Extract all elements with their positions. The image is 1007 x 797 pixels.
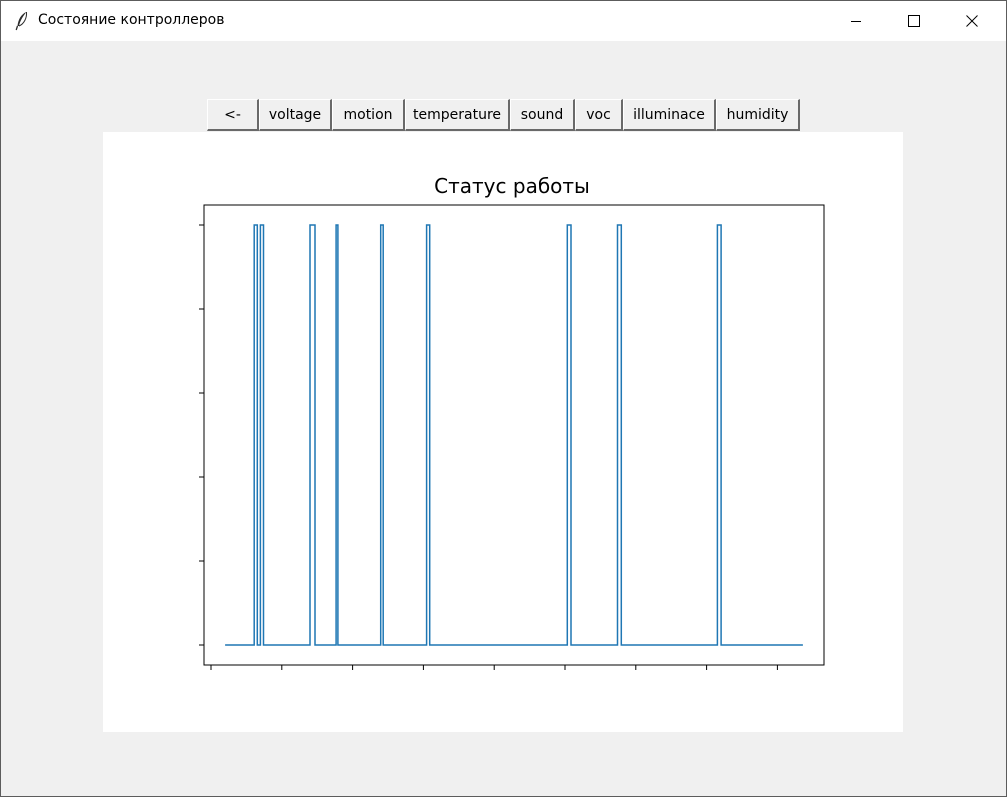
- tab-voc[interactable]: voc: [575, 99, 623, 131]
- series-line: [225, 224, 803, 646]
- sensor-toolbar: <- voltage motion temperature sound voc …: [207, 99, 800, 131]
- back-button[interactable]: <-: [207, 99, 259, 131]
- close-icon: [966, 15, 978, 27]
- tab-motion[interactable]: motion: [332, 99, 405, 131]
- tab-illuminace[interactable]: illuminace: [623, 99, 716, 131]
- tab-temperature[interactable]: temperature: [405, 99, 510, 131]
- x-axis: [210, 665, 778, 670]
- close-button[interactable]: [943, 1, 1001, 41]
- tab-voltage[interactable]: voltage: [259, 99, 332, 131]
- title-bar[interactable]: Состояние контроллеров: [1, 1, 1006, 41]
- tab-sound[interactable]: sound: [510, 99, 575, 131]
- tab-humidity[interactable]: humidity: [716, 99, 800, 131]
- maximize-icon: [908, 15, 920, 27]
- status-chart: Статус работы: [199, 174, 825, 670]
- minimize-button[interactable]: [827, 1, 885, 41]
- chart-title: Статус работы: [434, 174, 590, 198]
- feather-icon: [15, 11, 29, 31]
- y-axis: [199, 224, 204, 646]
- minimize-icon: [850, 15, 862, 27]
- maximize-button[interactable]: [885, 1, 943, 41]
- plot-canvas: Статус работы: [103, 132, 903, 732]
- window-title: Состояние контроллеров: [38, 12, 225, 28]
- plot-frame: [203, 204, 825, 666]
- app-window: Состояние контроллеров <- voltage motion…: [0, 0, 1007, 797]
